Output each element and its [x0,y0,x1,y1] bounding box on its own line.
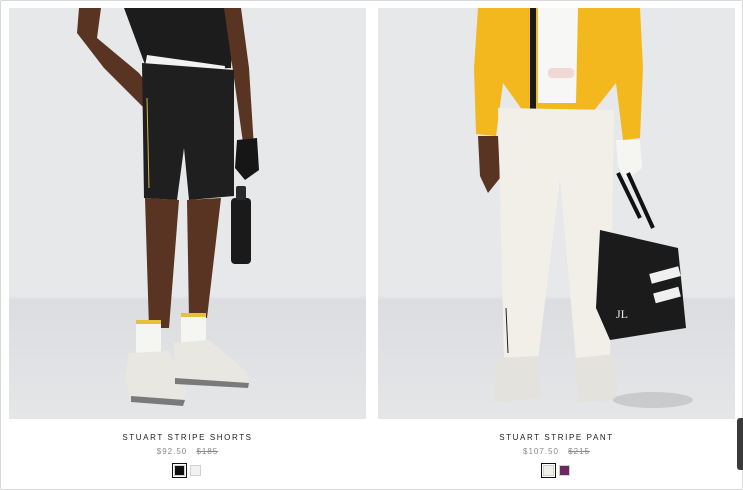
swatch-white[interactable] [190,465,201,476]
color-swatches [378,463,735,478]
product-price: $107.50 $215 [378,447,735,456]
swatch-black[interactable] [172,463,187,478]
color-swatches [9,463,366,478]
product-image-pant[interactable]: JL [378,8,735,419]
swatch-purple[interactable] [559,465,570,476]
product-image-shorts[interactable] [9,8,366,419]
product-card-shorts[interactable]: STUART STRIPE SHORTS $92.50 $185 [9,8,366,478]
product-title[interactable]: STUART STRIPE SHORTS [9,433,366,442]
original-price: $185 [196,447,219,456]
product-card-pant[interactable]: JL STUART STRIPE PANT $107.50 $215 [378,8,735,478]
swatch-white[interactable] [541,463,556,478]
scrollbar-handle[interactable] [737,418,743,470]
sale-price: $107.50 [523,447,559,456]
original-price: $215 [568,447,590,456]
brand-logo-mark: JL [616,307,628,321]
sale-price: $92.50 [156,447,188,456]
product-title[interactable]: STUART STRIPE PANT [378,433,735,442]
product-price: $92.50 $185 [9,447,366,456]
